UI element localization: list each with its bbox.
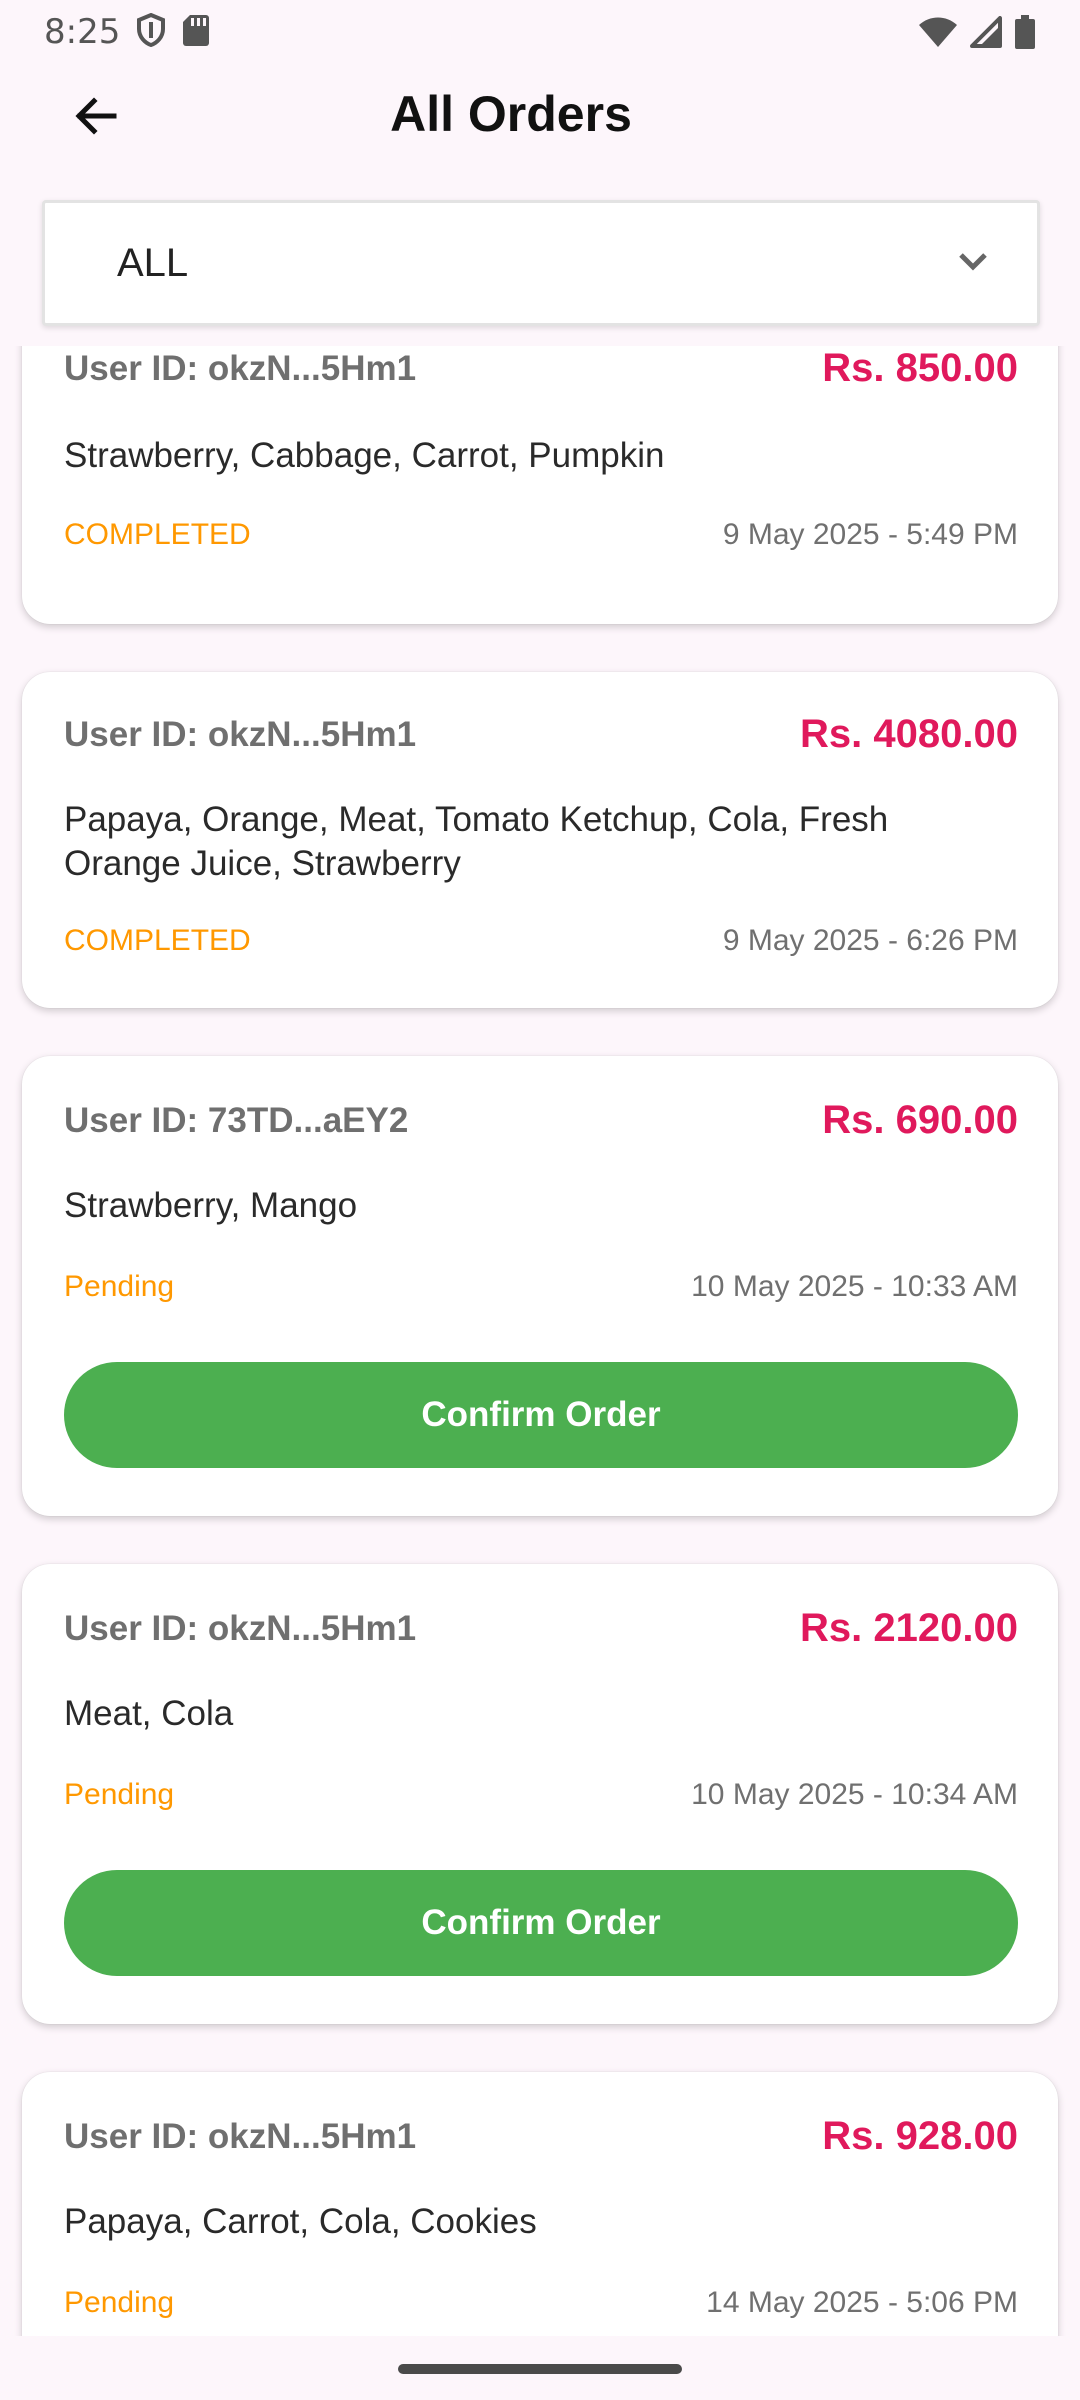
status-time: 8:25: [44, 12, 121, 52]
confirm-order-button[interactable]: Confirm Order: [64, 1362, 1018, 1468]
order-date: 9 May 2025 - 6:26 PM: [722, 924, 1018, 957]
order-amount: Rs. 4080.00: [800, 712, 1018, 756]
order-items: Papaya, Carrot, Cola, Cookies: [64, 2202, 537, 2241]
gesture-handle[interactable]: [398, 2364, 682, 2374]
order-card: User ID: okzN...5Hm1 Rs. 850.00 Strawber…: [22, 346, 1058, 624]
signal-icon: [970, 16, 1002, 48]
order-items: Strawberry, Mango: [64, 1186, 358, 1225]
order-amount: Rs. 850.00: [822, 346, 1018, 390]
order-items: Papaya, Orange, Meat, Tomato Ketchup, Co…: [64, 800, 889, 883]
order-date: 14 May 2025 - 5:06 PM: [706, 2286, 1018, 2319]
order-user-id: User ID: okzN...5Hm1: [64, 2116, 417, 2156]
order-user-id: User ID: okzN...5Hm1: [64, 1608, 417, 1648]
gesture-nav-area: [0, 2336, 1080, 2400]
battery-icon: [1014, 15, 1036, 49]
order-card: User ID: 73TD...aEY2 Rs. 690.00 Strawber…: [22, 1056, 1058, 1516]
chevron-down-icon: [953, 241, 993, 286]
order-amount: Rs. 928.00: [822, 2114, 1018, 2158]
sim-card-icon: [182, 13, 210, 52]
order-status: COMPLETED: [64, 518, 251, 551]
status-filter-dropdown[interactable]: ALL: [42, 200, 1040, 326]
status-right: [918, 15, 1036, 49]
order-date: 10 May 2025 - 10:33 AM: [691, 1270, 1018, 1303]
order-date: 9 May 2025 - 5:49 PM: [722, 518, 1018, 551]
order-user-id: User ID: 73TD...aEY2: [64, 1100, 409, 1140]
filter-selected-value: ALL: [117, 240, 189, 285]
app-bar: All Orders: [0, 64, 1080, 164]
order-amount: Rs. 690.00: [822, 1098, 1018, 1142]
order-items: Strawberry, Cabbage, Carrot, Pumpkin: [64, 436, 665, 475]
order-status: Pending: [64, 2286, 175, 2319]
order-card: User ID: okzN...5Hm1 Rs. 4080.00 Papaya,…: [22, 672, 1058, 1008]
order-card: User ID: okzN...5Hm1 Rs. 928.00 Papaya, …: [22, 2072, 1058, 2336]
order-user-id: User ID: okzN...5Hm1: [64, 348, 417, 388]
status-bar: 8:25: [0, 0, 1080, 64]
order-items: Meat, Cola: [64, 1694, 234, 1733]
order-user-id: User ID: okzN...5Hm1: [64, 714, 417, 754]
confirm-order-button[interactable]: Confirm Order: [64, 1870, 1018, 1976]
order-amount: Rs. 2120.00: [800, 1606, 1018, 1650]
order-status: COMPLETED: [64, 924, 251, 957]
order-status: Pending: [64, 1778, 175, 1811]
order-status: Pending: [64, 1270, 175, 1303]
shield-icon: [136, 12, 166, 52]
order-card: User ID: okzN...5Hm1 Rs. 2120.00 Meat, C…: [22, 1564, 1058, 2024]
orders-list[interactable]: User ID: okzN...5Hm1 Rs. 850.00 Strawber…: [0, 346, 1080, 2336]
status-left: 8:25: [44, 12, 210, 52]
page-title: All Orders: [390, 86, 632, 142]
order-date: 10 May 2025 - 10:34 AM: [691, 1778, 1018, 1811]
wifi-icon: [918, 16, 958, 48]
